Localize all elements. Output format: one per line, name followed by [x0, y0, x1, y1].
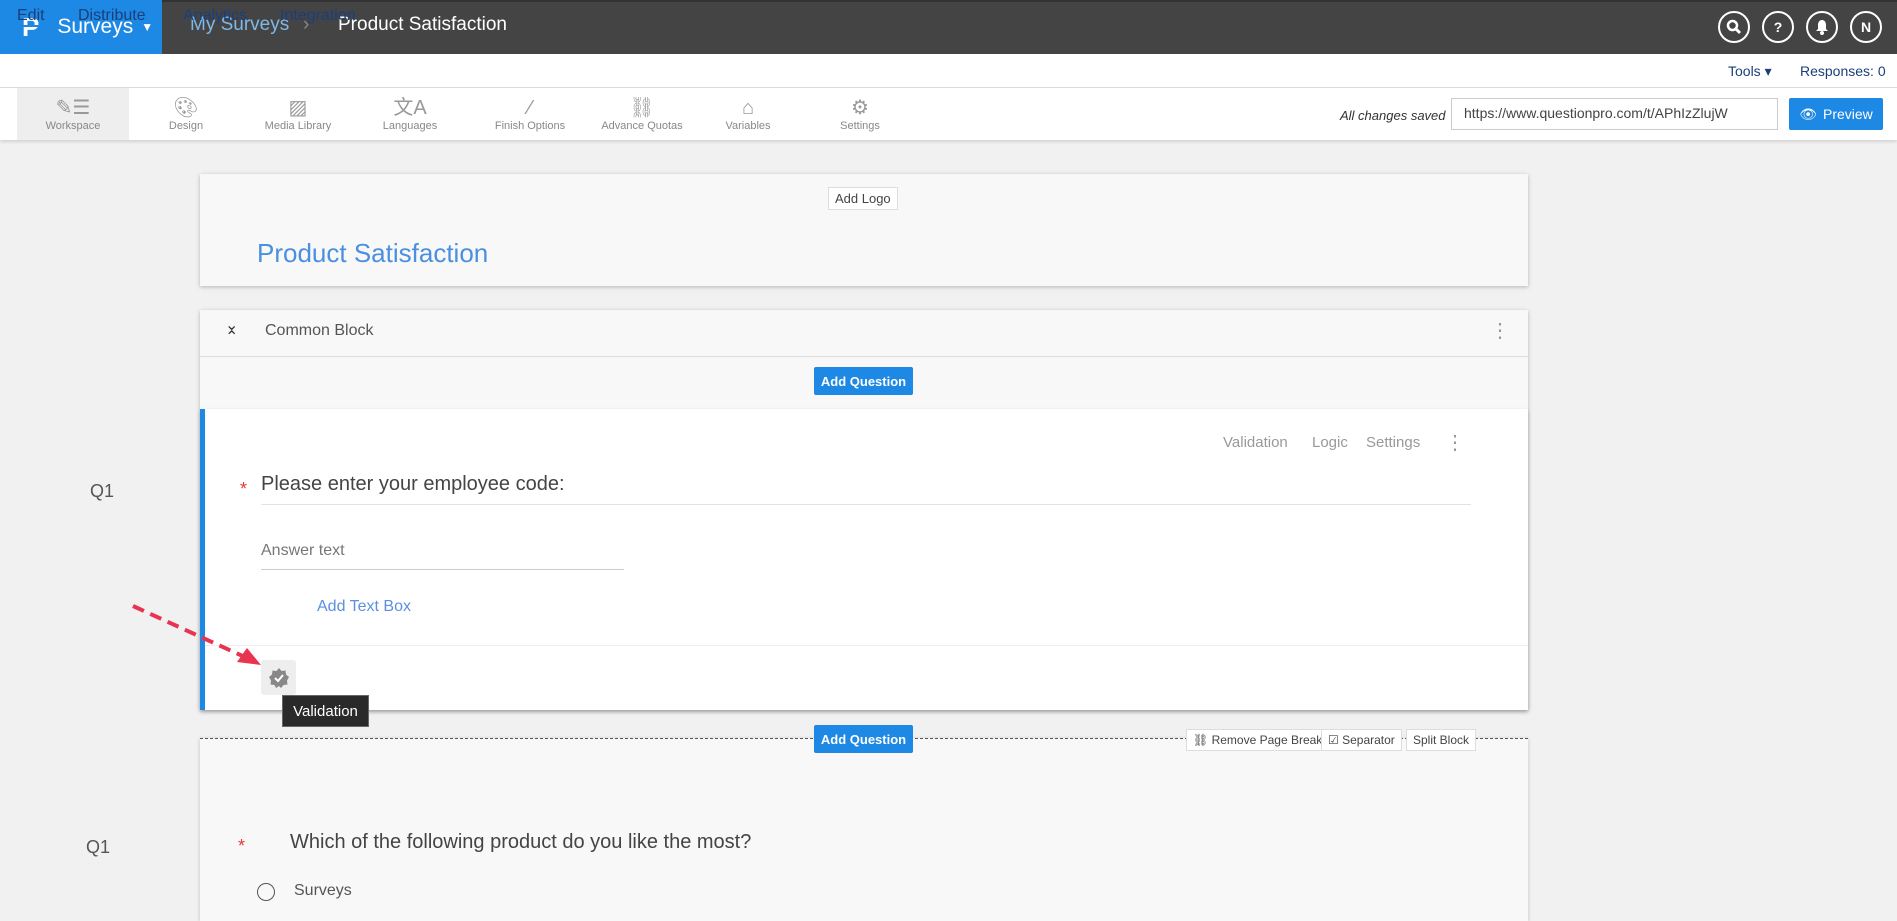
radio-button[interactable] — [257, 883, 275, 901]
survey-url-field[interactable]: https://www.questionpro.com/t/APhIzZlujW — [1451, 98, 1778, 130]
tool-advance-quotas[interactable]: ⛓ Advance Quotas — [587, 88, 697, 140]
help-icon[interactable]: ? — [1762, 11, 1794, 43]
tool-media-library[interactable]: ▨ Media Library — [250, 88, 346, 140]
palette-icon: 🎨︎ — [173, 97, 199, 119]
preview-label: Preview — [1822, 106, 1873, 122]
responses-count[interactable]: Responses: 0 — [1800, 63, 1886, 79]
question-number: Q1 — [86, 837, 111, 857]
validation-link[interactable]: Validation — [1223, 434, 1288, 451]
translate-icon: 文A — [393, 97, 427, 119]
avatar[interactable]: N — [1850, 11, 1882, 43]
logic-link[interactable]: Logic — [1312, 434, 1348, 451]
block-name: Common Block — [265, 322, 374, 339]
tool-design[interactable]: 🎨︎ Design — [138, 88, 234, 140]
button-label: Remove Page Break — [1211, 733, 1323, 747]
tool-workspace[interactable]: ✎☰ Workspace — [17, 88, 129, 140]
tools-menu[interactable]: Tools ▾ — [1728, 63, 1772, 80]
checkbox-icon: ☑ — [1328, 733, 1343, 747]
image-icon: ▨ — [288, 97, 308, 119]
add-question-button[interactable]: Add Question — [814, 725, 913, 753]
gear-icon: ⚙ — [851, 97, 869, 119]
tool-label: Advance Quotas — [601, 120, 683, 132]
tag-icon: ⌂ — [741, 97, 755, 119]
tool-label: Workspace — [45, 120, 101, 132]
validation-tooltip: Validation — [282, 695, 369, 727]
block-more-icon[interactable]: ⋮ — [1490, 318, 1510, 343]
add-question-button[interactable]: Add Question — [814, 367, 913, 395]
bell-icon[interactable] — [1806, 11, 1838, 43]
required-asterisk: * — [238, 836, 246, 856]
workspace-icon: ✎☰ — [55, 97, 91, 119]
answer-text-input[interactable]: Answer text — [261, 542, 624, 570]
tool-settings[interactable]: ⚙ Settings — [812, 88, 908, 140]
tools-label: Tools — [1728, 63, 1761, 79]
question-more-icon[interactable]: ⋮ — [1445, 430, 1465, 455]
divider — [205, 645, 1528, 646]
tab-integration[interactable]: Integration — [280, 7, 356, 25]
collapse-icon[interactable]: ⌄ ⌃ — [225, 318, 238, 346]
tool-languages[interactable]: 文A Languages — [362, 88, 458, 140]
add-text-box-link[interactable]: Add Text Box — [317, 598, 411, 616]
tab-edit[interactable]: Edit — [17, 7, 45, 27]
eye-icon: 👁︎ — [1799, 105, 1817, 122]
unlink-icon: ⛓ — [1193, 733, 1212, 747]
magic-wand-icon: ⁄ — [528, 97, 532, 119]
tool-label: Languages — [382, 120, 438, 132]
divider — [200, 356, 1528, 357]
required-asterisk: * — [240, 479, 248, 499]
button-label: Separator — [1342, 733, 1395, 747]
tool-variables[interactable]: ⌂ Variables — [700, 88, 796, 140]
tab-distribute[interactable]: Distribute — [78, 7, 146, 25]
tool-label: Media Library — [264, 120, 332, 132]
link-icon: ⛓ — [629, 97, 655, 119]
settings-link[interactable]: Settings — [1366, 434, 1420, 451]
search-icon[interactable] — [1718, 11, 1750, 43]
question-text[interactable]: Please enter your employee code: — [261, 473, 1471, 505]
page-2-area — [200, 738, 1528, 921]
question-number: Q1 — [90, 481, 115, 501]
option-label[interactable]: Surveys — [294, 882, 352, 900]
question-text[interactable]: Which of the following product do you li… — [290, 831, 751, 854]
tool-finish-options[interactable]: ⁄ Finish Options — [475, 88, 585, 140]
main-nav — [0, 54, 1897, 88]
tab-analytics[interactable]: Analytics — [183, 7, 247, 25]
tool-label: Design — [168, 120, 204, 132]
preview-button[interactable]: 👁︎ Preview — [1789, 98, 1883, 130]
survey-title[interactable]: Product Satisfaction — [257, 238, 488, 269]
remove-page-break-button[interactable]: ⛓ Remove Page Break — [1186, 729, 1330, 751]
tool-label: Finish Options — [494, 120, 566, 132]
separator-button[interactable]: ☑ Separator — [1321, 729, 1402, 751]
badge-check-icon — [268, 667, 289, 688]
tool-label: Variables — [725, 120, 771, 132]
annotation-arrow-icon — [132, 604, 261, 665]
breadcrumb-current: Product Satisfaction — [338, 14, 507, 35]
split-block-button[interactable]: Split Block — [1406, 729, 1477, 751]
save-status: All changes saved — [1340, 108, 1446, 123]
tool-label: Settings — [840, 120, 880, 132]
add-logo-button[interactable]: Add Logo — [828, 187, 898, 210]
